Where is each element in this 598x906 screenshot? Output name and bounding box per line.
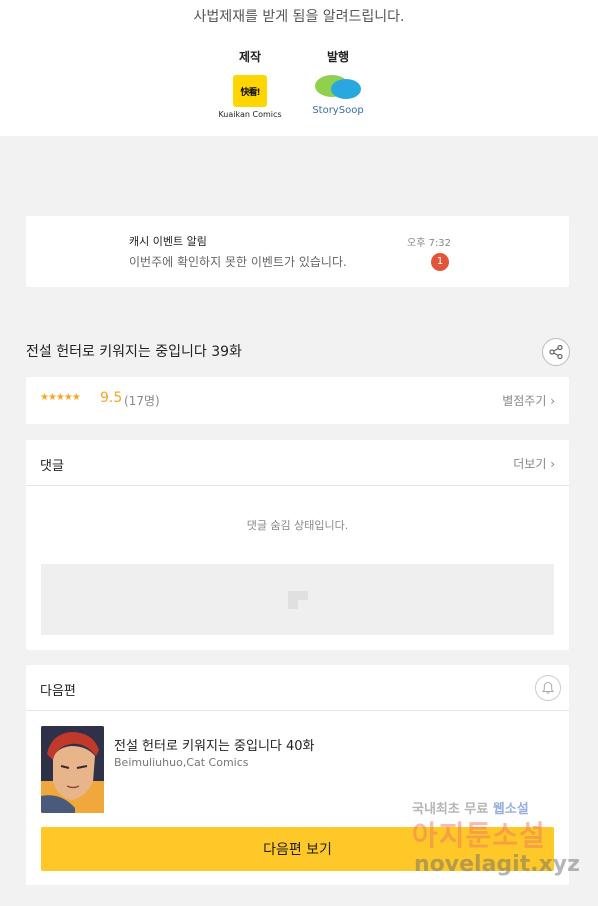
next-header: 다음편 [26,665,569,711]
bell-icon [541,681,555,694]
comments-title: 댓글 [40,459,64,474]
next-section-title: 다음편 [40,684,76,699]
rating-count: (17명) [124,394,160,408]
storysoop-caption: StorySoop [312,105,364,116]
next-episode-author: Beimuliuhuo,Cat Comics [114,756,249,769]
notification-time: 오후 7:32 [407,238,452,249]
share-icon [549,344,563,360]
comments-header: 댓글 더보기 › [26,440,569,486]
notification-badge: 1 [431,253,449,271]
notification-text: 이번주에 확인하지 못한 이벤트가 있습니다. [129,255,347,269]
next-episode-button[interactable]: 다음편 보기 [41,827,554,871]
next-episode-card: 다음편 전설 헌터로 키워지는 중입니다 40화 Beimuliuhuo,Cat… [26,665,569,885]
comments-card: 댓글 더보기 › 댓글 숨김 상태입니다. [26,440,569,650]
legal-notice: 사법제재를 받게 됨을 알려드립니다. [193,9,405,25]
rate-button[interactable]: 별점주기 › [502,392,555,409]
kuaikan-logo: 快看! [233,75,267,107]
publisher-footer: 사법제재를 받게 됨을 알려드립니다. 제작 快看! Kuaikan Comic… [0,0,598,136]
cash-event-notification[interactable]: 캐시 이벤트 알림 이번주에 확인하지 못한 이벤트가 있습니다. 오후 7:3… [26,216,569,287]
notification-title: 캐시 이벤트 알림 [129,235,207,248]
publisher-credit: 발행 StorySoop [298,48,378,116]
next-episode-title[interactable]: 전설 헌터로 키워지는 중입니다 40화 [114,735,315,754]
producer-label: 제작 [238,50,262,64]
rating-score: 9.5 [100,390,123,406]
rating-card: ★★★★★ 9.5 (17명) 별점주기 › [26,377,569,424]
ad-placeholder[interactable] [41,564,554,635]
publisher-label: 발행 [326,50,350,64]
rating-stars: ★★★★★ [40,392,81,403]
kuaikan-caption: Kuaikan Comics [218,110,282,119]
storysoop-logo [311,75,365,105]
producer-credit: 제작 快看! Kuaikan Comics [210,48,290,119]
notify-button[interactable] [535,675,561,701]
episode-title: 전설 헌터로 키워지는 중입니다 39화 [26,344,242,360]
comments-more-link[interactable]: 더보기 › [513,455,555,472]
next-episode-thumbnail[interactable] [41,726,104,813]
share-button[interactable] [542,338,570,366]
comments-hidden-message: 댓글 숨김 상태입니다. [246,519,349,532]
